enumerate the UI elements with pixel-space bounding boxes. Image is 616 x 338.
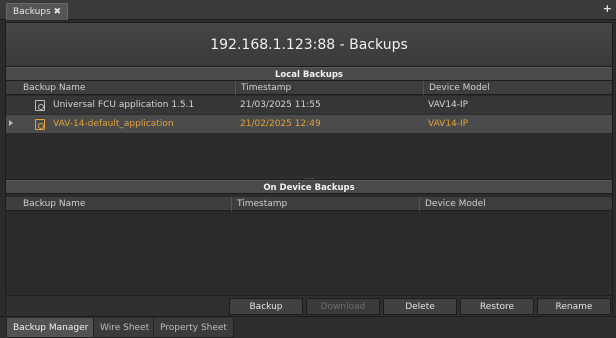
- backup-device-model: VAV14-IP: [428, 119, 469, 129]
- backup-button[interactable]: Backup: [229, 298, 303, 315]
- column-device-model[interactable]: Device Model: [423, 81, 612, 95]
- tab-property-sheet[interactable]: Property Sheet: [153, 318, 234, 338]
- action-bar: Backup Download Delete Restore Rename: [6, 295, 612, 316]
- table-row[interactable]: Universal FCU application 1.5.1 21/03/20…: [6, 96, 612, 114]
- rename-button[interactable]: Rename: [537, 298, 611, 315]
- delete-button[interactable]: Delete: [383, 298, 457, 315]
- document-tab-bar: Backups ✖ +: [0, 0, 616, 20]
- backup-name: VAV-14-default_application: [53, 119, 174, 129]
- column-timestamp[interactable]: Timestamp: [235, 81, 423, 95]
- selected-row-indicator-icon: [9, 120, 13, 126]
- device-backups-column-header: Backup Name Timestamp Device Model: [6, 197, 612, 211]
- tab-backup-manager[interactable]: Backup Manager: [6, 318, 96, 338]
- local-backups-heading: Local Backups: [6, 67, 612, 81]
- tab-wire-sheet[interactable]: Wire Sheet: [93, 318, 157, 338]
- backup-timestamp: 21/02/2025 12:49: [240, 119, 321, 129]
- close-icon[interactable]: ✖: [53, 7, 61, 17]
- column-timestamp[interactable]: Timestamp: [231, 197, 419, 211]
- restore-button[interactable]: Restore: [460, 298, 534, 315]
- column-device-model[interactable]: Device Model: [419, 197, 612, 211]
- backups-tab[interactable]: Backups ✖: [6, 3, 68, 20]
- backup-manager-panel: 192.168.1.123:88 - Backups Local Backups…: [5, 22, 613, 316]
- column-backup-name[interactable]: Backup Name: [18, 197, 231, 211]
- backup-name: Universal FCU application 1.5.1: [53, 100, 195, 110]
- backup-file-icon: [35, 100, 45, 111]
- backup-timestamp: 21/03/2025 11:55: [240, 100, 321, 110]
- backup-file-icon: [35, 119, 45, 130]
- download-button[interactable]: Download: [306, 298, 380, 315]
- backups-tab-label: Backups: [13, 7, 51, 17]
- device-backups-heading: On Device Backups: [6, 180, 612, 194]
- add-tab-icon[interactable]: +: [603, 3, 612, 15]
- local-backups-column-header: Backup Name Timestamp Device Model: [6, 81, 612, 95]
- page-title: 192.168.1.123:88 - Backups: [6, 23, 612, 67]
- table-row[interactable]: VAV-14-default_application 21/02/2025 12…: [6, 115, 612, 133]
- column-backup-name[interactable]: Backup Name: [18, 81, 235, 95]
- backup-device-model: VAV14-IP: [428, 100, 469, 110]
- device-backups-empty-area: [6, 212, 612, 295]
- view-tab-bar: Backup Manager Wire Sheet Property Sheet: [0, 316, 616, 338]
- local-backups-empty-area: [6, 134, 612, 175]
